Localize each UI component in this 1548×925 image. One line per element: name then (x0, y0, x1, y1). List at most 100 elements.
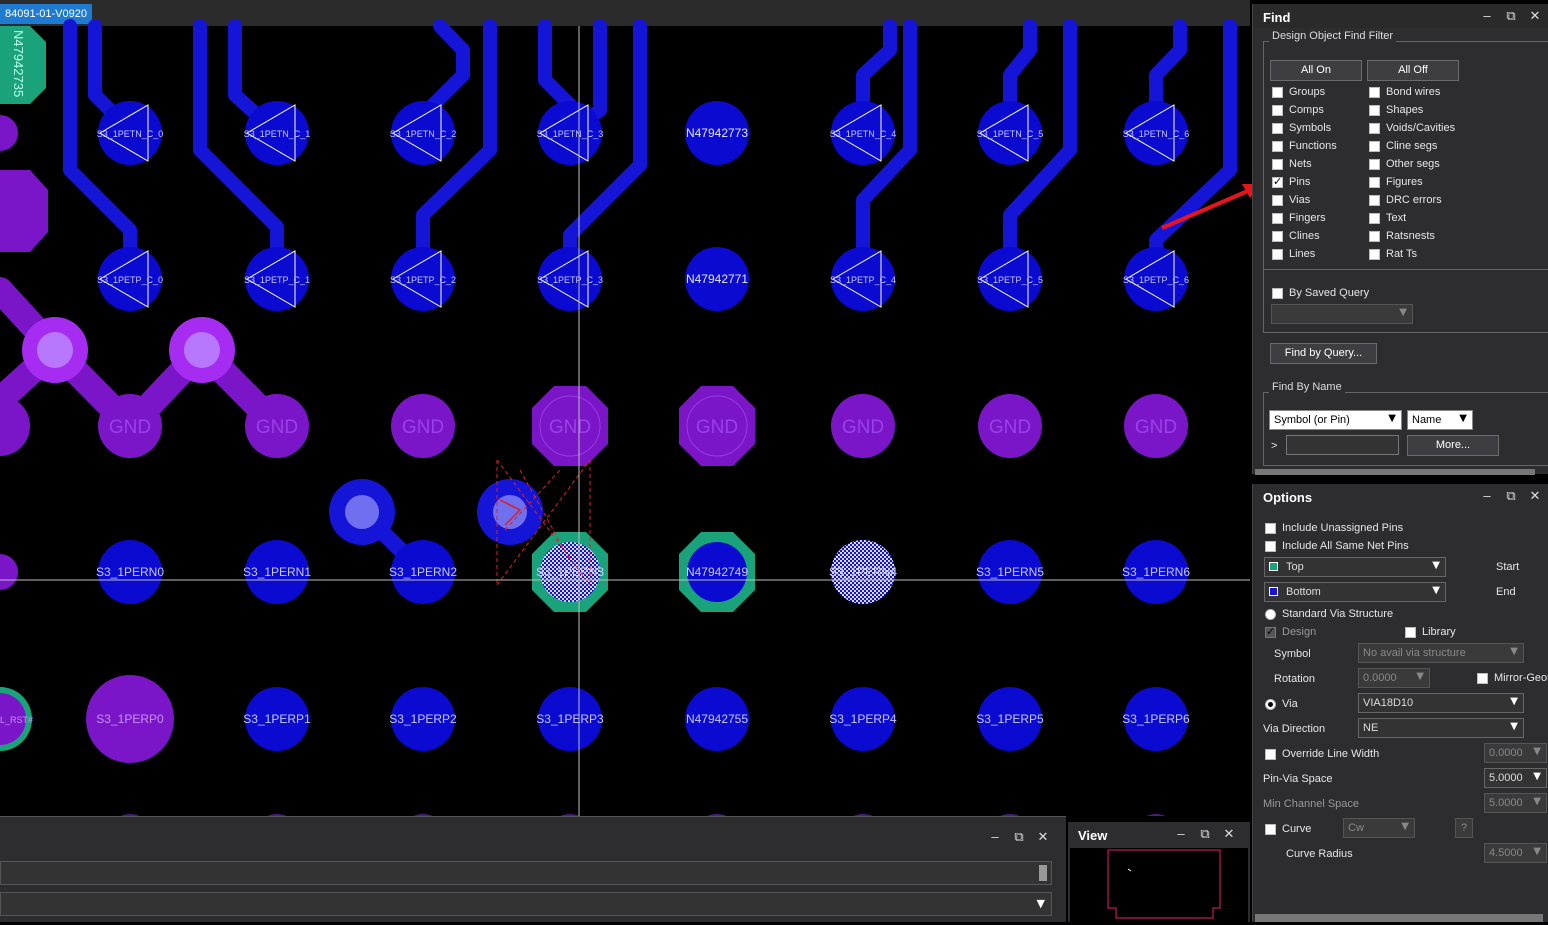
start-layer-select[interactable]: Top ▼ (1264, 557, 1446, 577)
scrollbar-thumb[interactable] (1039, 865, 1047, 881)
close-icon[interactable]: ✕ (1036, 829, 1050, 845)
filter-checkbox-drc-errors[interactable]: DRC errors (1369, 192, 1442, 208)
pcb-drawing[interactable]: N47942735 L_RST# S3_1PETN_C_0 S3_1PETN_C_1 S… (0, 0, 1250, 816)
override-line-width-select[interactable]: 0.0000 ▼ (1484, 743, 1547, 763)
close-icon[interactable]: ✕ (1222, 826, 1236, 842)
include-unassigned-checkbox[interactable]: Include Unassigned Pins (1265, 520, 1403, 536)
all-off-button[interactable]: All Off (1367, 60, 1459, 81)
min-channel-select[interactable]: 5.0000 ▼ (1484, 793, 1547, 813)
minimize-icon[interactable]: – (1174, 826, 1188, 842)
checkbox-box[interactable] (1369, 194, 1380, 206)
checkbox-box[interactable] (1272, 194, 1283, 206)
checkbox-box[interactable] (1265, 823, 1276, 835)
filter-checkbox-fingers[interactable]: Fingers (1272, 210, 1326, 226)
checkbox-box[interactable] (1265, 540, 1276, 552)
via-radio[interactable]: Via (1265, 696, 1298, 712)
filter-checkbox-lines[interactable]: Lines (1272, 246, 1315, 262)
via-select[interactable]: VIA18D10 ▼ (1358, 693, 1524, 713)
symbol-select[interactable]: No avail via structure ▼ (1358, 643, 1524, 663)
restore-icon[interactable]: ⧉ (1198, 826, 1212, 842)
filter-checkbox-clines[interactable]: Clines (1272, 228, 1320, 244)
via-direction-select[interactable]: NE ▼ (1358, 718, 1524, 738)
checkbox-box[interactable] (1272, 140, 1283, 152)
command-input[interactable]: ▼ (0, 892, 1052, 916)
filter-checkbox-cline-segs[interactable]: Cline segs (1369, 138, 1437, 154)
chevron-down-icon[interactable]: ▼ (1037, 897, 1045, 910)
standard-via-radio[interactable]: Standard Via Structure (1265, 606, 1393, 622)
radio-button[interactable] (1265, 608, 1276, 620)
library-checkbox[interactable]: Library (1405, 624, 1456, 640)
filter-checkbox-comps[interactable]: Comps (1272, 102, 1324, 118)
checkbox-box[interactable] (1272, 86, 1283, 98)
view-overview-canvas[interactable] (1070, 848, 1248, 922)
checkbox-box[interactable] (1369, 122, 1380, 134)
filter-checkbox-groups[interactable]: Groups (1272, 84, 1325, 100)
curve-help-button[interactable]: ? (1455, 818, 1473, 838)
filter-checkbox-nets[interactable]: Nets (1272, 156, 1312, 172)
mirror-checkbox[interactable]: Mirror-Geometry (1477, 670, 1548, 686)
name-mode-select[interactable]: Name ▼ (1407, 410, 1473, 430)
find-by-query-button[interactable]: Find by Query... (1270, 343, 1377, 364)
restore-icon[interactable]: ⧉ (1012, 829, 1026, 845)
end-layer-select[interactable]: Bottom ▼ (1264, 582, 1446, 602)
name-input[interactable] (1286, 435, 1399, 455)
checkbox-box[interactable] (1272, 175, 1283, 188)
checkbox-box[interactable] (1477, 672, 1488, 684)
filter-checkbox-figures[interactable]: Figures (1369, 174, 1423, 190)
close-icon[interactable]: ✕ (1528, 488, 1542, 504)
minimize-icon[interactable]: – (1480, 488, 1494, 504)
checkbox-box[interactable] (1272, 104, 1283, 116)
checkbox-box[interactable] (1369, 140, 1380, 152)
checkbox-box[interactable] (1265, 522, 1276, 534)
scrollbar[interactable] (1255, 469, 1535, 475)
minimize-icon[interactable]: – (1480, 8, 1494, 24)
checkbox-box[interactable] (1369, 176, 1380, 188)
filter-checkbox-pins[interactable]: Pins (1272, 174, 1310, 190)
filter-checkbox-other-segs[interactable]: Other segs (1369, 156, 1440, 172)
override-line-width-checkbox[interactable]: Override Line Width (1265, 746, 1379, 762)
filter-checkbox-text[interactable]: Text (1369, 210, 1406, 226)
checkbox-box[interactable] (1272, 248, 1283, 260)
pcb-canvas[interactable]: 84091-01-V0920 N47942735 L_RST# S3_1PETN_C… (0, 0, 1250, 816)
checkbox-box[interactable] (1272, 158, 1283, 170)
minimize-icon[interactable]: – (988, 829, 1002, 845)
rotation-select[interactable]: 0.0000 ▼ (1358, 668, 1430, 688)
filter-checkbox-voids-cavities[interactable]: Voids/Cavities (1369, 120, 1455, 136)
checkbox-box[interactable] (1369, 104, 1380, 116)
filter-checkbox-vias[interactable]: Vias (1272, 192, 1310, 208)
filter-checkbox-ratsnests[interactable]: Ratsnests (1369, 228, 1435, 244)
filter-checkbox-symbols[interactable]: Symbols (1272, 120, 1331, 136)
checkbox-box[interactable] (1405, 626, 1416, 638)
filter-checkbox-rat-ts[interactable]: Rat Ts (1369, 246, 1417, 262)
all-on-button[interactable]: All On (1270, 60, 1362, 81)
saved-query-select[interactable]: ▼ (1271, 304, 1413, 324)
scrollbar[interactable] (1255, 914, 1543, 922)
checkbox-box[interactable] (1369, 212, 1380, 224)
curve-checkbox[interactable]: Curve (1265, 821, 1311, 837)
radio-button[interactable] (1265, 698, 1276, 710)
restore-icon[interactable]: ⧉ (1504, 488, 1518, 504)
pin-via-space-select[interactable]: 5.0000 ▼ (1484, 768, 1547, 788)
curve-radius-select[interactable]: 4.5000 ▼ (1484, 843, 1547, 863)
include-same-net-checkbox[interactable]: Include All Same Net Pins (1265, 538, 1409, 554)
checkbox-box[interactable] (1369, 230, 1380, 242)
restore-icon[interactable]: ⧉ (1504, 8, 1518, 24)
command-output-box[interactable] (0, 861, 1052, 885)
by-saved-query-checkbox[interactable]: By Saved Query (1272, 285, 1369, 301)
checkbox-box[interactable] (1265, 748, 1276, 760)
checkbox-box[interactable] (1272, 287, 1283, 299)
checkbox-box[interactable] (1272, 122, 1283, 134)
filter-checkbox-shapes[interactable]: Shapes (1369, 102, 1423, 118)
checkbox-box[interactable] (1272, 212, 1283, 224)
close-icon[interactable]: ✕ (1528, 8, 1542, 24)
name-type-select[interactable]: Symbol (or Pin) ▼ (1269, 410, 1402, 430)
checkbox-box[interactable] (1369, 248, 1380, 260)
filter-checkbox-bond-wires[interactable]: Bond wires (1369, 84, 1440, 100)
curve-direction-select[interactable]: Cw ▼ (1343, 818, 1415, 838)
checkbox-box[interactable] (1369, 86, 1380, 98)
design-checkbox[interactable]: Design (1265, 624, 1316, 640)
checkbox-box[interactable] (1369, 158, 1380, 170)
filter-checkbox-functions[interactable]: Functions (1272, 138, 1337, 154)
checkbox-box[interactable] (1272, 230, 1283, 242)
more-button[interactable]: More... (1407, 435, 1499, 456)
